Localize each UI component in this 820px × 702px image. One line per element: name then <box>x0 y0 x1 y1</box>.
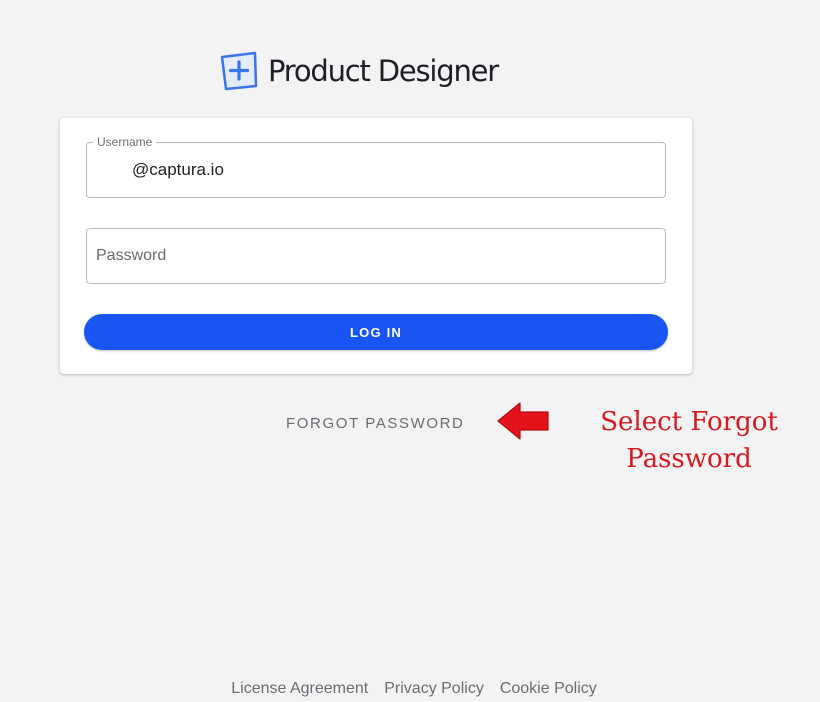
login-card: Username LOG IN <box>60 118 692 374</box>
annotation-line-2: Password <box>626 444 752 474</box>
password-input[interactable] <box>96 229 653 283</box>
privacy-policy-link[interactable]: Privacy Policy <box>384 679 484 699</box>
plus-square-icon <box>220 51 258 91</box>
forgot-password-link[interactable]: FORGOT PASSWORD <box>286 414 464 434</box>
username-input[interactable] <box>132 143 653 197</box>
cookie-policy-link[interactable]: Cookie Policy <box>500 679 597 699</box>
brand-name: Product Designer <box>268 54 499 88</box>
login-button[interactable]: LOG IN <box>84 314 668 350</box>
brand-logo: Product Designer <box>219 50 499 92</box>
annotation-line-1: Select Forgot <box>600 407 778 437</box>
annotation-callout: Select Forgot Password <box>596 404 782 478</box>
password-field[interactable] <box>86 228 666 284</box>
left-arrow-icon <box>497 402 549 440</box>
username-field[interactable]: Username <box>86 135 666 198</box>
license-agreement-link[interactable]: License Agreement <box>231 679 368 699</box>
footer-links: License Agreement Privacy Policy Cookie … <box>0 679 820 699</box>
